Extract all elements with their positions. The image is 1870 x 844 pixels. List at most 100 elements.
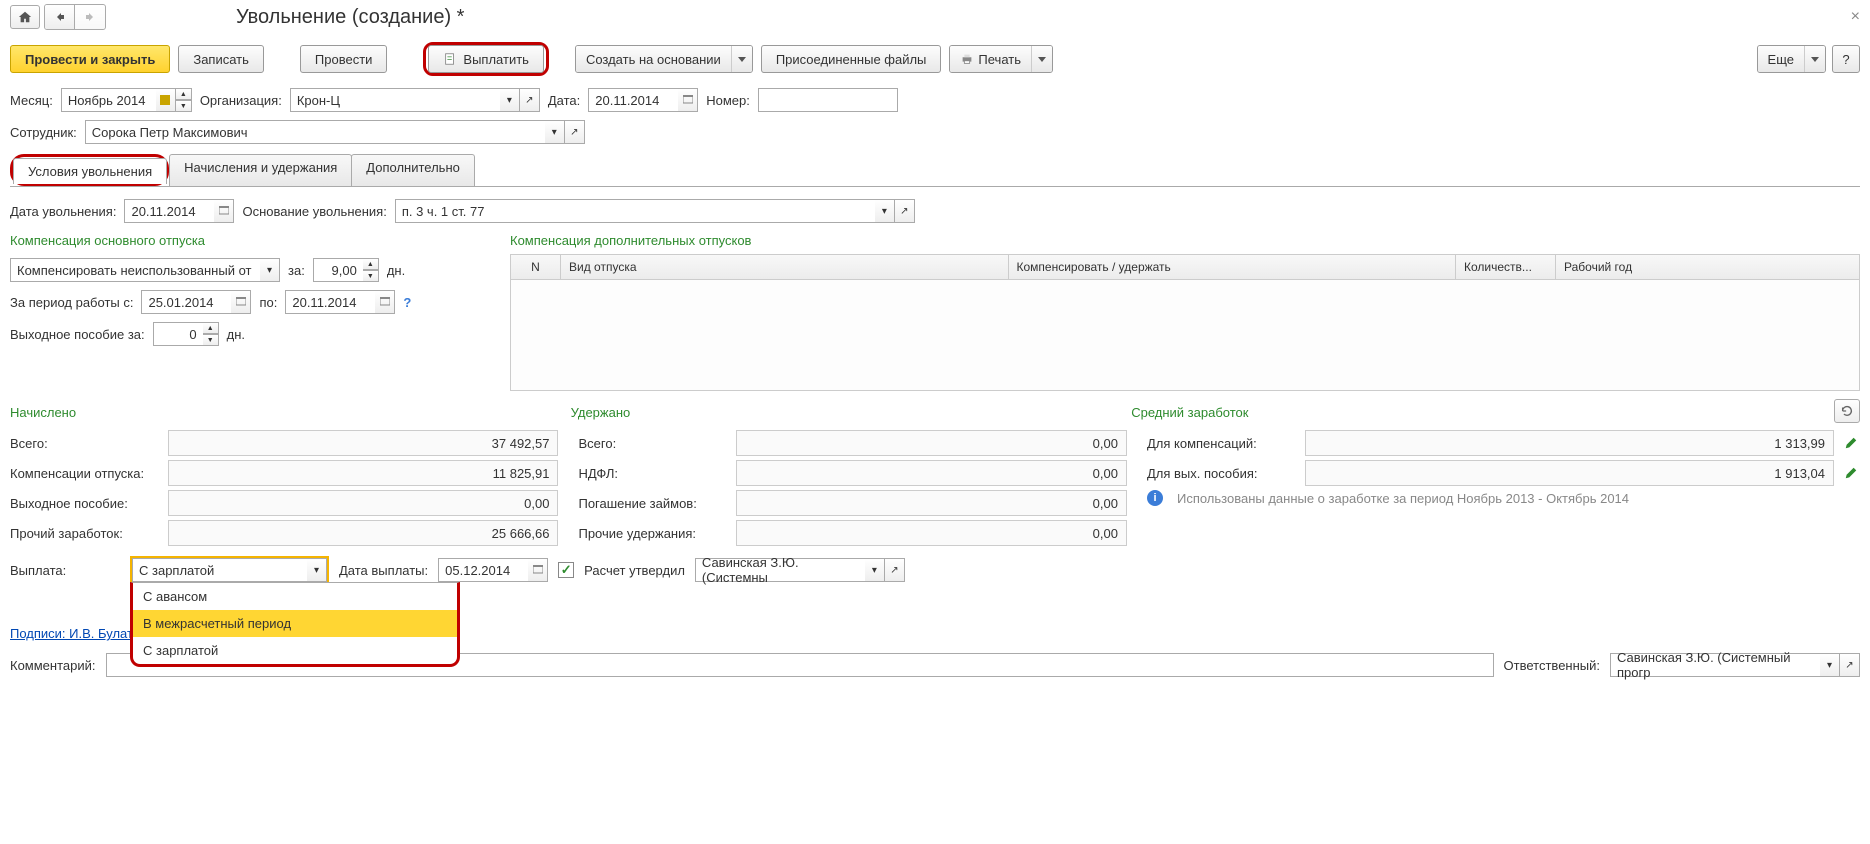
period-to-input[interactable]: 20.11.2014 <box>285 290 375 314</box>
approved-open[interactable]: ↗ <box>885 558 905 582</box>
comp-days-input[interactable]: 9,00 <box>313 258 363 282</box>
avg-comp-label: Для компенсаций: <box>1147 436 1297 451</box>
printer-icon <box>960 52 974 66</box>
back-button[interactable] <box>45 5 75 29</box>
dismissal-date-label: Дата увольнения: <box>10 204 116 219</box>
month-input[interactable]: Ноябрь 2014 <box>61 88 156 112</box>
accrued-sev: 0,00 <box>168 490 558 516</box>
pay-button[interactable]: Выплатить <box>428 45 544 73</box>
table-body-empty[interactable] <box>511 280 1859 390</box>
dismissal-reason-input[interactable]: п. 3 ч. 1 ст. 77 <box>395 199 875 223</box>
month-cal-button[interactable] <box>156 88 176 112</box>
edit-avg-comp-button[interactable] <box>1842 434 1860 452</box>
month-up[interactable]: ▲ <box>176 88 192 100</box>
withheld-heading: Удержано <box>571 405 1112 420</box>
date-cal[interactable] <box>678 88 698 112</box>
page-title: Увольнение (создание) * <box>236 6 464 29</box>
accrued-heading: Начислено <box>10 405 551 420</box>
create-based-button[interactable]: Создать на основании <box>575 45 753 73</box>
comp-action-dd[interactable]: ▾ <box>260 258 280 282</box>
tab-additional[interactable]: Дополнительно <box>351 154 475 186</box>
employee-dd[interactable]: ▾ <box>545 120 565 144</box>
comp-action-select[interactable]: Компенсировать неиспользованный от <box>10 258 260 282</box>
org-open[interactable]: ↗ <box>520 88 540 112</box>
payment-select[interactable]: С зарплатой <box>132 558 307 582</box>
accrued-total-label: Всего: <box>10 436 160 451</box>
org-dd[interactable]: ▾ <box>500 88 520 112</box>
avg-sev-label: Для вых. пособия: <box>1147 466 1297 481</box>
attached-files-button[interactable]: Присоединенные файлы <box>761 45 942 73</box>
pay-label: Выплатить <box>463 52 529 67</box>
month-down[interactable]: ▼ <box>176 100 192 112</box>
post-button[interactable]: Провести <box>300 45 388 73</box>
employee-open[interactable]: ↗ <box>565 120 585 144</box>
sev-up[interactable]: ▲ <box>203 322 219 334</box>
period-from-input[interactable]: 25.01.2014 <box>141 290 231 314</box>
period-to-cal[interactable] <box>375 290 395 314</box>
sev-down[interactable]: ▼ <box>203 334 219 346</box>
approved-by-input[interactable]: Савинская З.Ю. (Системны <box>695 558 865 582</box>
reason-open[interactable]: ↗ <box>895 199 915 223</box>
responsible-input[interactable]: Савинская З.Ю. (Системный прогр <box>1610 653 1820 677</box>
payment-dropdown-list: С авансом В межрасчетный период С зарпла… <box>130 582 460 667</box>
number-input[interactable] <box>758 88 898 112</box>
more-button[interactable]: Еще <box>1757 45 1826 73</box>
payment-date-cal[interactable] <box>528 558 548 582</box>
th-year[interactable]: Рабочий год <box>1556 255 1859 279</box>
payment-label: Выплата: <box>10 563 120 578</box>
resp-dd[interactable]: ▾ <box>1820 653 1840 677</box>
th-type[interactable]: Вид отпуска <box>561 255 1009 279</box>
period-help[interactable]: ? <box>403 295 411 310</box>
home-button[interactable] <box>10 5 40 29</box>
info-icon: i <box>1147 490 1163 506</box>
dismissal-date-cal[interactable] <box>214 199 234 223</box>
days-up[interactable]: ▲ <box>363 258 379 270</box>
document-icon <box>443 52 457 66</box>
post-and-close-button[interactable]: Провести и закрыть <box>10 45 170 73</box>
close-button[interactable]: × <box>1851 8 1860 26</box>
calendar-icon <box>380 297 390 307</box>
reason-dd[interactable]: ▾ <box>875 199 895 223</box>
withheld-ndfl: 0,00 <box>736 460 1126 486</box>
org-input[interactable]: Крон-Ц <box>290 88 500 112</box>
edit-avg-sev-button[interactable] <box>1842 464 1860 482</box>
approved-dd[interactable]: ▾ <box>865 558 885 582</box>
payment-date-input[interactable]: 05.12.2014 <box>438 558 528 582</box>
pencil-icon <box>1844 436 1858 450</box>
employee-input[interactable]: Сорока Петр Максимович <box>85 120 545 144</box>
approved-checkbox[interactable]: ✓ <box>558 562 574 578</box>
payment-opt-interperiod[interactable]: В межрасчетный период <box>133 610 457 637</box>
days-down[interactable]: ▼ <box>363 270 379 282</box>
avg-info-text: Использованы данные о заработке за перио… <box>1177 491 1629 506</box>
tab-conditions[interactable]: Условия увольнения <box>13 158 167 184</box>
tab-accruals[interactable]: Начисления и удержания <box>169 154 352 186</box>
print-caret[interactable] <box>1032 46 1052 72</box>
print-button[interactable]: Печать <box>949 45 1053 73</box>
comment-label: Комментарий: <box>10 658 96 673</box>
employee-label: Сотрудник: <box>10 125 77 140</box>
month-label: Месяц: <box>10 93 53 108</box>
days-unit: дн. <box>387 263 405 278</box>
create-based-caret[interactable] <box>732 46 752 72</box>
save-button[interactable]: Записать <box>178 45 264 73</box>
accrued-comp-label: Компенсации отпуска: <box>10 466 160 481</box>
more-caret[interactable] <box>1805 46 1825 72</box>
date-input[interactable]: 20.11.2014 <box>588 88 678 112</box>
payment-opt-salary[interactable]: С зарплатой <box>133 637 457 664</box>
period-from-cal[interactable] <box>231 290 251 314</box>
th-n[interactable]: N <box>511 255 561 279</box>
payment-dd[interactable]: ▾ <box>307 558 327 582</box>
accrued-comp: 11 825,91 <box>168 460 558 486</box>
severance-days-input[interactable]: 0 <box>153 322 203 346</box>
forward-button[interactable] <box>75 5 105 29</box>
comp-main-heading: Компенсация основного отпуска <box>10 233 490 248</box>
help-button[interactable]: ? <box>1832 45 1860 73</box>
th-qty[interactable]: Количеств... <box>1456 255 1556 279</box>
dismissal-date-input[interactable]: 20.11.2014 <box>124 199 214 223</box>
payment-opt-advance[interactable]: С авансом <box>133 583 457 610</box>
th-comp[interactable]: Компенсировать / удержать <box>1009 255 1457 279</box>
refresh-button[interactable] <box>1834 399 1860 423</box>
signatures-link[interactable]: Подписи: И.В. Булат <box>10 626 133 641</box>
comp-extra-heading: Компенсация дополнительных отпусков <box>510 233 1860 248</box>
resp-open[interactable]: ↗ <box>1840 653 1860 677</box>
